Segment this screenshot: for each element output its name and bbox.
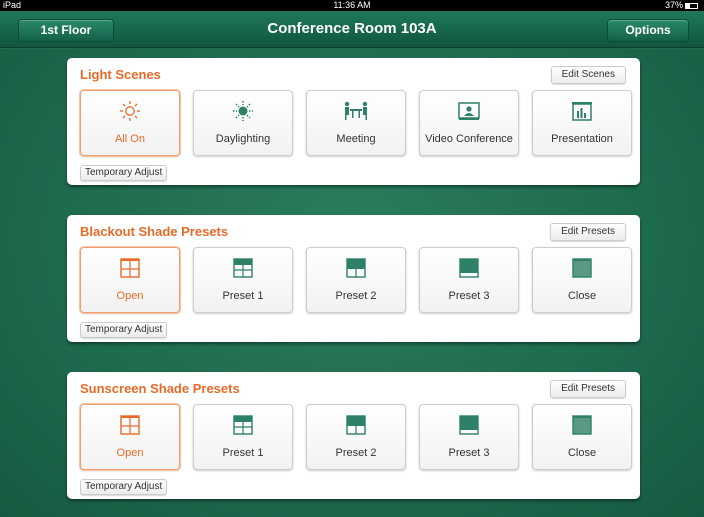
tile-label: Presentation [551,133,613,145]
shade-preset3-button[interactable]: Preset 3 [419,247,519,313]
edit-presets-button[interactable]: Edit Presets [550,380,626,398]
battery-icon [685,3,698,9]
panel-title: Sunscreen Shade Presets [80,381,240,396]
status-bar: iPad 11:36 AM 37% [0,0,704,11]
shade-close-button[interactable]: Close [532,404,632,470]
presentation-icon [533,100,631,122]
battery-percent: 37% [664,0,683,10]
panel-title: Blackout Shade Presets [80,224,229,239]
temporary-adjust-button[interactable]: Temporary Adjust [80,479,168,495]
page-title: Conference Room 103A [267,20,437,37]
shade-preset1-icon [194,414,292,436]
tile-label: Close [567,447,597,459]
shade-preset3-icon [420,414,518,436]
options-button[interactable]: Options [607,19,689,42]
scene-all-on-button[interactable]: All On [80,90,180,156]
shade-open-icon [81,414,179,436]
shade-preset1-button[interactable]: Preset 1 [193,247,293,313]
scene-presentation-button[interactable]: Presentation [532,90,632,156]
edit-scenes-button[interactable]: Edit Scenes [550,66,626,84]
nav-bar: 1st Floor Conference Room 103A Options [0,11,704,48]
tile-label: Open [116,447,144,459]
tile-label: Preset 1 [222,290,264,302]
sunscreen-shade-panel: Sunscreen Shade Presets Edit Presets Ope… [67,372,640,499]
scene-video-conference-button[interactable]: Video Conference [419,90,519,156]
shade-preset3-icon [420,257,518,279]
shade-open-icon [81,257,179,279]
shade-preset2-button[interactable]: Preset 2 [306,404,406,470]
tile-label: Preset 2 [335,447,377,459]
temporary-adjust-button[interactable]: Temporary Adjust [80,322,168,338]
shade-closed-icon [533,257,631,279]
tile-label: Preset 2 [335,290,377,302]
tile-label: Video Conference [425,133,513,145]
battery-indicator: 37% [665,0,698,11]
tile-label: Open [116,290,144,302]
shade-preset2-icon [307,414,405,436]
light-scenes-panel: Light Scenes Edit Scenes All On Daylight… [67,58,640,185]
tile-label: Preset 3 [448,447,490,459]
tile-label: Close [567,290,597,302]
tile-label: Meeting [336,133,376,145]
meeting-icon [307,100,405,122]
sun-icon [81,100,179,122]
shade-open-button[interactable]: Open [80,247,180,313]
scene-meeting-button[interactable]: Meeting [306,90,406,156]
shade-close-button[interactable]: Close [532,247,632,313]
shade-preset2-icon [307,257,405,279]
tile-label: Preset 1 [222,447,264,459]
video-conference-icon [420,100,518,122]
tile-label: Preset 3 [448,290,490,302]
temporary-adjust-button[interactable]: Temporary Adjust [80,165,168,181]
panel-title: Light Scenes [80,67,161,82]
shade-preset3-button[interactable]: Preset 3 [419,404,519,470]
tile-label: All On [115,133,145,145]
daylight-icon [194,100,292,122]
shade-preset2-button[interactable]: Preset 2 [306,247,406,313]
tile-label: Daylighting [215,133,271,145]
blackout-shade-panel: Blackout Shade Presets Edit Presets Open… [67,215,640,342]
shade-closed-icon [533,414,631,436]
shade-preset1-button[interactable]: Preset 1 [193,404,293,470]
shade-open-button[interactable]: Open [80,404,180,470]
scene-daylighting-button[interactable]: Daylighting [193,90,293,156]
clock: 11:36 AM [333,0,371,10]
edit-presets-button[interactable]: Edit Presets [550,223,626,241]
shade-preset1-icon [194,257,292,279]
